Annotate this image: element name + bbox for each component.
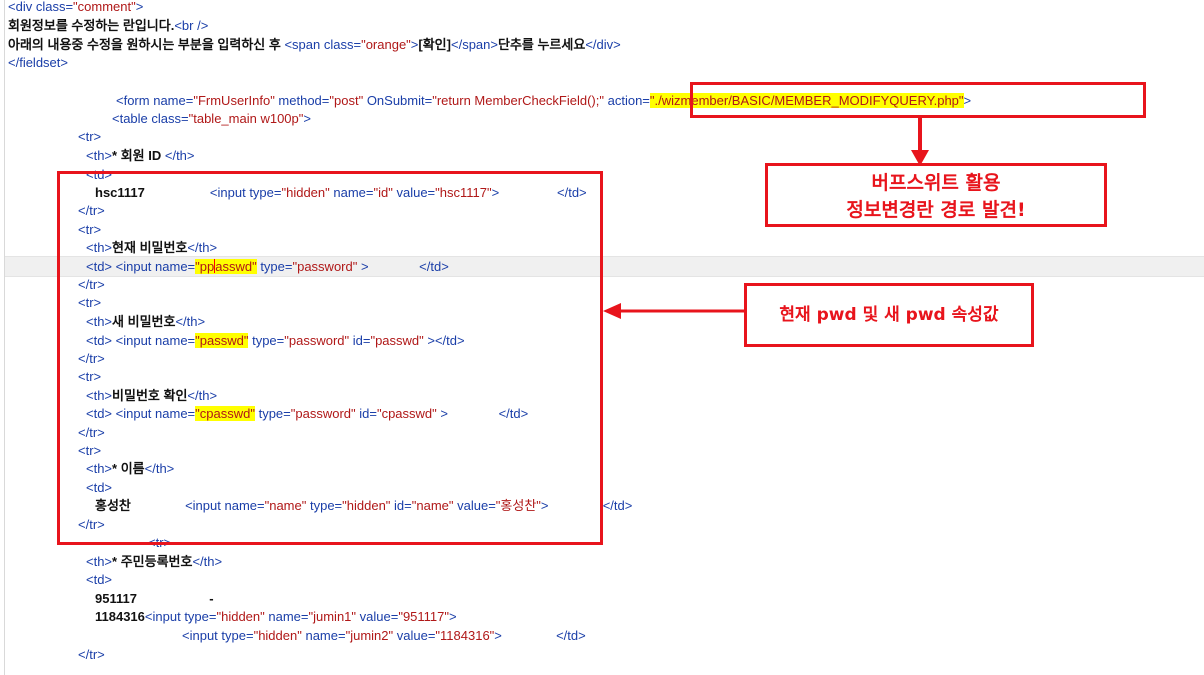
code-line[interactable]: 회원정보를 수정하는 란입니다.<br /> (8, 17, 208, 35)
arrow-left-icon (603, 303, 747, 319)
code-line[interactable]: 1184316<input type="hidden" name="jumin1… (95, 608, 457, 626)
code-line[interactable]: </fieldset> (8, 54, 68, 72)
code-line[interactable]: 아래의 내용중 수정을 원하시는 부분을 입력하신 후 <span class=… (8, 36, 621, 54)
callout-path-found-line1: 버프스위트 활용 (871, 172, 1001, 194)
code-line[interactable]: <tr> (78, 128, 101, 146)
callout-password-attributes: 현재 pwd 및 새 pwd 속성값 (744, 283, 1034, 347)
code-line[interactable]: 951117 - (95, 590, 214, 608)
editor-margin-line (4, 0, 5, 675)
code-line[interactable]: <th>* 회원 ID </th> (86, 147, 195, 165)
code-line[interactable]: <table class="table_main w100p"> (112, 110, 311, 128)
action-highlight-box (690, 82, 1146, 118)
code-line[interactable]: </tr> (78, 646, 105, 664)
password-fields-highlight-box (57, 171, 603, 545)
callout-path-found-line2: 정보변경란 경로 발견! (846, 199, 1026, 221)
callout-path-found: 버프스위트 활용 정보변경란 경로 발견! (765, 163, 1107, 227)
arrow-down-icon (911, 116, 929, 166)
code-line[interactable]: <div class="comment"> (8, 0, 143, 16)
code-line[interactable]: <th>* 주민등록번호</th> (86, 553, 222, 571)
code-line[interactable]: <input type="hidden" name="jumin2" value… (182, 627, 586, 645)
code-line[interactable]: <td> (86, 571, 112, 589)
